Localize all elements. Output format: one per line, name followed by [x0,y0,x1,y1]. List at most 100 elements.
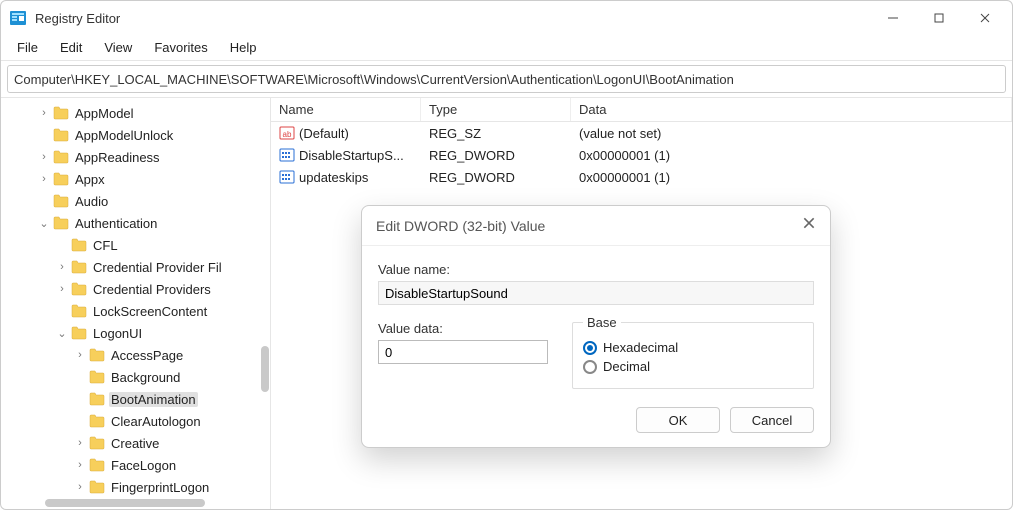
tree-horizontal-scrollbar[interactable] [25,499,254,507]
maximize-button[interactable] [916,1,962,35]
tree-item[interactable]: ⌄ Authentication [1,212,270,234]
tree-item-label: AppModelUnlock [73,128,175,143]
folder-icon [89,458,105,472]
value-name: updateskips [299,170,368,185]
tree-item[interactable]: › FingerprintLogon [1,476,270,498]
value-type: REG_DWORD [421,170,571,185]
registry-editor-window: Registry Editor File Edit View Favorites… [0,0,1013,510]
folder-icon [89,348,105,362]
cancel-button[interactable]: Cancel [730,407,814,433]
chevron-right-icon[interactable]: › [37,173,51,185]
tree-item-label: AppModel [73,106,136,121]
minimize-button[interactable] [870,1,916,35]
dialog-buttons: OK Cancel [362,395,830,447]
list-header: Name Type Data [271,98,1012,122]
tree-item[interactable]: › Credential Providers [1,278,270,300]
value-name: DisableStartupS... [299,148,404,163]
chevron-right-icon[interactable]: › [73,481,87,493]
tree-item-label: CFL [91,238,120,253]
value-row[interactable]: ab(Default)REG_SZ(value not set) [271,122,1012,144]
chevron-right-icon[interactable]: › [73,437,87,449]
tree-pane[interactable]: ›AppModel›AppModelUnlock›AppReadiness›Ap… [1,98,271,509]
dword-value-icon [279,147,295,163]
value-row[interactable]: DisableStartupS...REG_DWORD0x00000001 (1… [271,144,1012,166]
folder-icon [89,480,105,494]
tree-item[interactable]: ›LockScreenContent [1,300,270,322]
svg-text:ab: ab [283,130,292,139]
tree-scrollbar[interactable] [260,98,270,509]
ok-button[interactable]: OK [636,407,720,433]
string-value-icon: ab [279,125,295,141]
chevron-right-icon[interactable]: › [73,459,87,471]
dialog-titlebar: Edit DWORD (32-bit) Value [362,206,830,246]
folder-icon [71,282,87,296]
tree-item[interactable]: ⌄LogonUI [1,322,270,344]
close-button[interactable] [962,1,1008,35]
tree-item[interactable]: ›Credential Provider Fil [1,256,270,278]
value-name-input[interactable] [378,281,814,305]
tree-item[interactable]: › FaceLogon [1,454,270,476]
menu-help[interactable]: Help [220,37,267,58]
value-type: REG_SZ [421,126,571,141]
menu-view[interactable]: View [94,37,142,58]
folder-icon [53,172,69,186]
tree-item[interactable]: ›Background [1,366,270,388]
dialog-close-button[interactable] [802,216,816,235]
folder-icon [53,150,69,164]
tree-item-label: Creative [109,436,161,451]
folder-icon [89,436,105,450]
tree-item-label: Authentication [73,216,159,231]
tree-item[interactable]: ›AppModelUnlock [1,124,270,146]
tree-item-label: AccessPage [109,348,185,363]
tree-item[interactable]: ›Audio [1,190,270,212]
window-title: Registry Editor [35,11,870,26]
chevron-right-icon[interactable]: › [37,151,51,163]
folder-icon [53,106,69,120]
regedit-icon [9,9,27,27]
tree-item[interactable]: ›ClearAutologon [1,410,270,432]
tree-item[interactable]: › AccessPage [1,344,270,366]
address-bar[interactable]: Computer\HKEY_LOCAL_MACHINE\SOFTWARE\Mic… [7,65,1006,93]
tree-item[interactable]: ›BootAnimation [1,388,270,410]
chevron-down-icon[interactable]: ⌄ [55,327,69,340]
tree-item[interactable]: ›Appx [1,168,270,190]
dialog-body: Value name: Value data: Base Hexadecimal [362,246,830,395]
base-fieldset: Base Hexadecimal Decimal [572,315,814,389]
tree-item[interactable]: › Creative [1,432,270,454]
value-data: (value not set) [571,126,1012,141]
radio-icon [583,341,597,355]
menu-edit[interactable]: Edit [50,37,92,58]
tree-item-label: ClearAutologon [109,414,203,429]
tree-item-label: AppReadiness [73,150,162,165]
menu-file[interactable]: File [7,37,48,58]
chevron-down-icon[interactable]: ⌄ [37,217,51,230]
tree-item[interactable]: › AppModel [1,102,270,124]
chevron-right-icon[interactable]: › [55,261,69,273]
value-type: REG_DWORD [421,148,571,163]
tree-item-label: Credential Providers [91,282,213,297]
column-data[interactable]: Data [571,98,1012,121]
value-row[interactable]: updateskipsREG_DWORD0x00000001 (1) [271,166,1012,188]
tree-item-label: FingerprintLogon [109,480,211,495]
tree-item-label: LockScreenContent [91,304,209,319]
value-name-label: Value name: [378,262,814,277]
radio-hex-label: Hexadecimal [603,340,678,355]
radio-dec-label: Decimal [603,359,650,374]
chevron-right-icon[interactable]: › [37,107,51,119]
tree-item-label: Audio [73,194,110,209]
tree-item[interactable]: › AppReadiness [1,146,270,168]
tree-item-label: FaceLogon [109,458,178,473]
column-name[interactable]: Name [271,98,421,121]
chevron-right-icon[interactable]: › [55,283,69,295]
folder-icon [53,194,69,208]
tree-item[interactable]: ›CFL [1,234,270,256]
chevron-right-icon[interactable]: › [73,349,87,361]
folder-icon [71,326,87,340]
radio-decimal[interactable]: Decimal [583,359,803,374]
value-data-input[interactable] [378,340,548,364]
menu-favorites[interactable]: Favorites [144,37,217,58]
folder-icon [71,260,87,274]
column-type[interactable]: Type [421,98,571,121]
folder-icon [71,238,87,252]
radio-hexadecimal[interactable]: Hexadecimal [583,340,803,355]
